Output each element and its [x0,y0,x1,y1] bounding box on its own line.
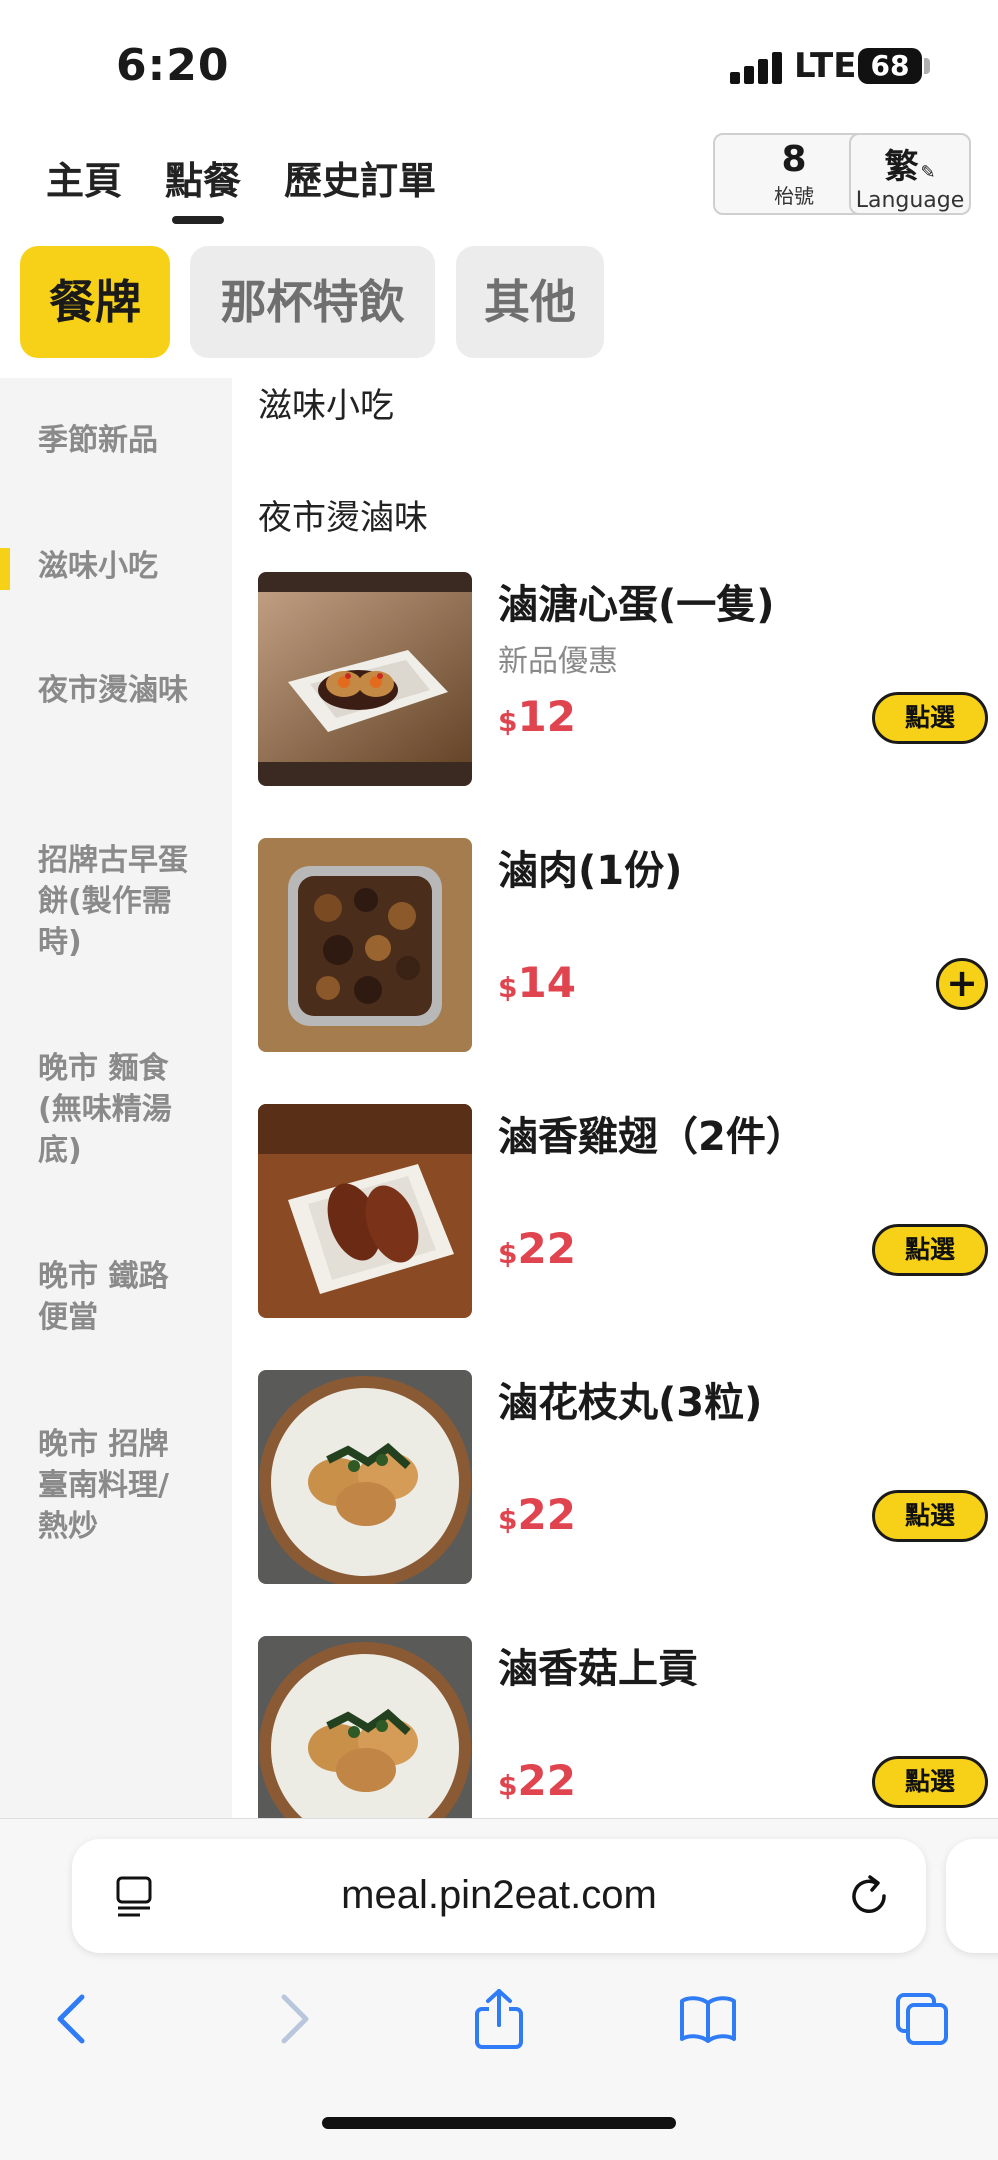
item-name: 滷香雞翅（2件） [498,1114,806,1160]
menu-item[interactable]: 滷香雞翅（2件） $22 點選 [258,1104,988,1318]
item-name: 滷溏心蛋(一隻) [498,582,775,628]
nav-tab-history[interactable]: 歷史訂單 [284,150,436,205]
sidebar-item-tainan[interactable]: 晚市 招牌臺南料理/熱炒 [38,1424,188,1547]
sidebar-item-egg-pancake[interactable]: 招牌古早蛋餅(製作需時) [38,840,188,963]
menu-content: 滋味小吃 夜市燙滷味 滷溏心蛋(一隻) 新品優惠 $12 點選 滷肉(1份) $… [232,378,998,1818]
battery-icon: 68 [858,48,922,84]
currency-symbol: $ [498,1503,518,1536]
category-tab-drinks[interactable]: 那杯特飲 [190,246,435,358]
currency-symbol: $ [498,705,518,738]
network-label: LTE [794,46,857,86]
sidebar-item-snacks[interactable]: 滋味小吃 [38,546,188,587]
language-label: Language [855,188,965,213]
nav-tab-order[interactable]: 點餐 [165,150,241,205]
url-text: meal.pin2eat.com [341,1873,657,1917]
top-navigation: 主頁 點餐 歷史訂單 8 枱號 繁 ✎ Language [0,130,998,230]
next-tab-peek[interactable] [946,1839,998,1953]
item-name: 滷香菇上貢 [498,1646,698,1692]
home-indicator [322,2117,676,2129]
price-amount: 22 [517,1224,576,1273]
language-button[interactable]: 繁 ✎ Language [849,133,971,215]
forward-icon[interactable] [262,1989,322,2049]
tabs-icon[interactable] [892,1989,952,2049]
item-name: 滷肉(1份) [498,848,683,894]
item-price: $22 [498,1224,576,1273]
pencil-icon: ✎ [920,162,936,183]
signal-icon [730,52,784,84]
sidebar-item-braised[interactable]: 夜市燙滷味 [38,670,188,711]
menu-item[interactable]: 滷花枝丸(3粒) $22 點選 [258,1370,988,1584]
category-tab-other[interactable]: 其他 [456,246,604,358]
squid-balls-image [258,1370,472,1584]
sidebar-item-bento[interactable]: 晚市 鐵路便當 [38,1256,188,1338]
select-button[interactable]: 點選 [872,1490,988,1542]
reload-icon[interactable] [846,1873,892,1919]
status-bar: 6:20 LTE 68 [0,0,998,120]
price-amount: 14 [517,958,576,1007]
menu-item[interactable]: 滷香菇上貢 $22 點選 [258,1636,988,1818]
select-button[interactable]: 點選 [872,692,988,744]
add-button[interactable]: + [936,958,988,1010]
category-tab-menu[interactable]: 餐牌 [20,246,170,358]
subsection-title: 夜市燙滷味 [258,498,428,538]
select-button[interactable]: 點選 [872,1756,988,1808]
active-tab-indicator [172,216,224,224]
menu-item[interactable]: 滷溏心蛋(一隻) 新品優惠 $12 點選 [258,572,988,786]
braised-egg-image [258,572,472,786]
price-amount: 12 [517,692,576,741]
browser-chrome: meal.pin2eat.com [0,1818,998,2160]
section-title: 滋味小吃 [258,386,394,426]
price-amount: 22 [517,1756,576,1805]
menu-item[interactable]: 滷肉(1份) $14 + [258,838,988,1052]
currency-symbol: $ [498,1769,518,1802]
price-amount: 22 [517,1490,576,1539]
item-price: $22 [498,1490,576,1539]
battery-tip [924,58,930,74]
share-icon[interactable] [469,1989,529,2049]
nav-tab-home[interactable]: 主頁 [46,150,122,205]
item-subtitle: 新品優惠 [498,644,618,679]
back-icon[interactable] [44,1989,104,2049]
sidebar-item-noodles[interactable]: 晚市 麵食(無味精湯底) [38,1048,188,1171]
chicken-wings-image [258,1104,472,1318]
item-name: 滷花枝丸(3粒) [498,1380,763,1426]
item-price: $12 [498,692,576,741]
bookmarks-icon[interactable] [678,1989,738,2049]
status-time: 6:20 [116,40,230,91]
item-price: $14 [498,958,576,1007]
sidebar-active-marker [0,548,10,590]
address-bar[interactable]: meal.pin2eat.com [72,1839,926,1953]
currency-symbol: $ [498,971,518,1004]
language-char: 繁 [884,147,919,187]
braised-pork-image [258,838,472,1052]
category-sidebar: 季節新品 滋味小吃 夜市燙滷味 招牌古早蛋餅(製作需時) 晚市 麵食(無味精湯底… [0,378,232,1818]
currency-symbol: $ [498,1237,518,1270]
mushroom-balls-image [258,1636,472,1818]
sidebar-item-seasonal[interactable]: 季節新品 [38,420,188,461]
select-button[interactable]: 點選 [872,1224,988,1276]
item-price: $22 [498,1756,576,1805]
